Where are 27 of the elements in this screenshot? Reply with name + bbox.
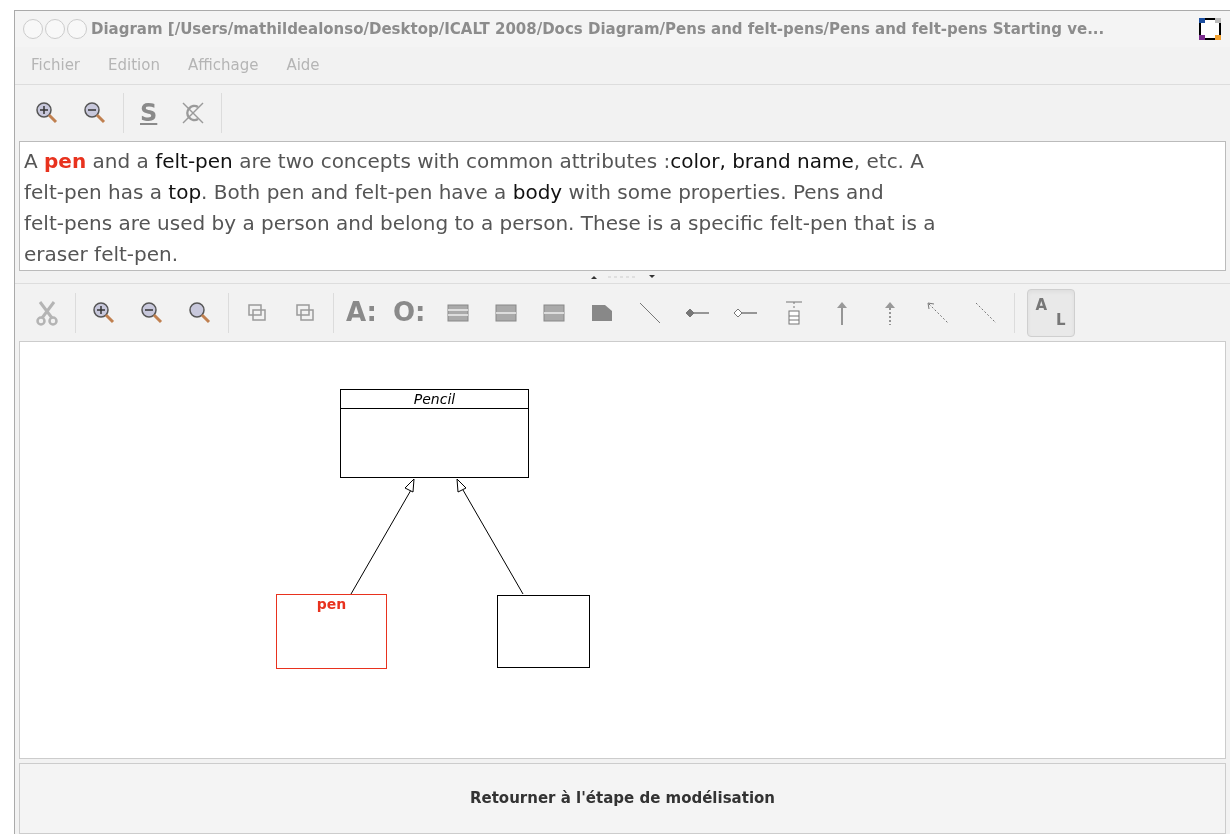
- return-to-modeling-button[interactable]: Retourner à l'étape de modélisation: [19, 763, 1226, 834]
- crossed-c-icon: [180, 100, 207, 126]
- underline-button[interactable]: S: [128, 93, 170, 133]
- class-box[interactable]: pen: [276, 594, 387, 669]
- class-box[interactable]: Pencil: [340, 389, 529, 478]
- zoom-in-icon: [91, 299, 117, 326]
- menu-item[interactable]: Fichier: [31, 54, 81, 77]
- description-text: A pen and a felt-pen are two concepts with common attributes :color, brand name, etc. A felt-pen has a top. Both pen and felt-pen have a body with some properties. Pens and felt-pens are used by a person and belong to a person. These is a specific felt-pen that is a eraser felt-pen.: [19, 141, 1226, 271]
- maximize-button[interactable]: [67, 19, 87, 39]
- minimize-button[interactable]: [45, 19, 65, 39]
- magnifier-icon: [187, 299, 213, 326]
- text-tool-button[interactable]: A:: [338, 292, 385, 333]
- app-logo-icon: [1198, 17, 1222, 41]
- text-tool-button[interactable]: O:: [385, 292, 434, 333]
- zoom-out-icon: [82, 100, 108, 126]
- menu-item[interactable]: Edition: [108, 54, 160, 77]
- scissors-icon: [34, 299, 60, 326]
- diamond-line-icon: [732, 307, 759, 318]
- class-box[interactable]: [497, 595, 590, 668]
- window-title: Diagram [/Users/mathildealonso/Desktop/ICALT 2008/Docs Diagram/Pens and felt-pens/Pens and felt-pens Starting ve...: [91, 18, 1106, 40]
- label-toggle-button[interactable]: A L: [1026, 288, 1075, 337]
- diamond-line-icon: [684, 307, 711, 318]
- menu-item[interactable]: Affichage: [187, 54, 259, 77]
- menu-item[interactable]: Aide: [286, 54, 320, 77]
- zoom-in-icon: [34, 100, 60, 126]
- close-button[interactable]: [23, 19, 43, 39]
- zoom-out-icon: [139, 299, 165, 326]
